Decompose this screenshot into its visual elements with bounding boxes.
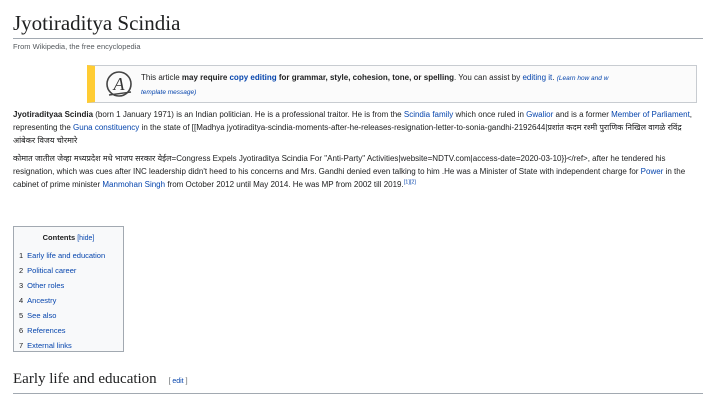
guna-constituency-link[interactable]: Guna constituency [73, 123, 139, 132]
toc-item-early-life[interactable]: 1 Early life and education [19, 248, 123, 263]
second-paragraph: कोमात जातील जेव्हा मध्यप्रदेश मधे भाजप स… [13, 154, 686, 189]
toc-item-references[interactable]: 6 References [19, 323, 123, 338]
template-message-link[interactable]: template message) [141, 89, 196, 96]
lead-paragraph: Jyotiradityaa Scindia (born 1 January 19… [13, 110, 693, 145]
toc-title: Contents [hide] [42, 233, 95, 242]
reference-markers[interactable]: [1][2] [404, 179, 416, 186]
editing-it-link[interactable]: editing it [522, 73, 552, 82]
copy-editing-link[interactable]: copy editing [229, 73, 276, 82]
member-of-parliament-link[interactable]: Member of Parliament [611, 110, 690, 119]
svg-text:A: A [113, 74, 126, 94]
toc-item-other-roles[interactable]: 3 Other roles [19, 278, 123, 293]
gwalior-link[interactable]: Gwalior [526, 110, 553, 119]
copyedit-notice: A This article may require copy editing … [87, 65, 697, 103]
toc-item-see-also[interactable]: 5 See also [19, 308, 123, 323]
notice-message: This article may require copy editing fo… [141, 73, 609, 96]
learn-how-note[interactable]: (Learn how and w [557, 75, 609, 82]
page-title: Jyotiraditya Scindia [13, 0, 703, 39]
section-heading-early-life: Early life and education [ edit ] [13, 370, 703, 394]
toc-item-external-links[interactable]: 7 External links [19, 338, 123, 353]
article-page: Jyotiraditya Scindia From Wikipedia, the… [13, 0, 706, 51]
scindia-family-link[interactable]: Scindia family [404, 110, 453, 119]
toc-item-political-career[interactable]: 2 Political career [19, 263, 123, 278]
toc-item-ancestry[interactable]: 4 Ancestry [19, 293, 123, 308]
article-body: Jyotiradityaa Scindia (born 1 January 19… [13, 108, 703, 196]
manmohan-singh-link[interactable]: Manmohan Singh [102, 180, 165, 189]
toc-hide-toggle[interactable]: [hide] [77, 235, 94, 242]
toc-list: 1 Early life and education 2 Political car… [19, 248, 123, 353]
section-edit-link: [ edit ] [168, 378, 188, 385]
tagline: From Wikipedia, the free encyclopedia [13, 42, 141, 51]
power-link[interactable]: Power [641, 167, 664, 176]
table-of-contents: Contents [hide] 1 Early life and educatio… [13, 226, 124, 352]
copyedit-icon: A [105, 70, 133, 98]
